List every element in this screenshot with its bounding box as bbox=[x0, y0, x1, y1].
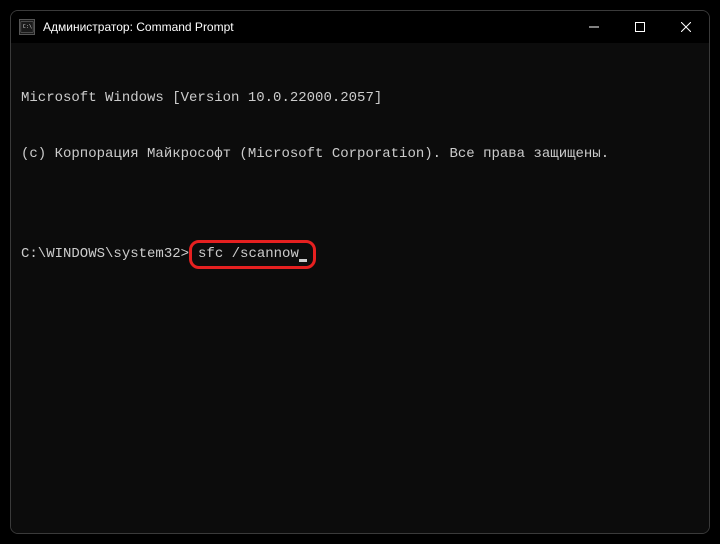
terminal-area[interactable]: Microsoft Windows [Version 10.0.22000.20… bbox=[11, 43, 709, 533]
cursor-icon bbox=[299, 259, 307, 262]
prompt-path: C:\WINDOWS\system32> bbox=[21, 245, 189, 264]
minimize-button[interactable] bbox=[571, 11, 617, 43]
terminal-output-line: Microsoft Windows [Version 10.0.22000.20… bbox=[21, 89, 699, 108]
terminal-output-line: (c) Корпорация Майкрософт (Microsoft Cor… bbox=[21, 145, 699, 164]
window-controls bbox=[571, 11, 709, 43]
close-button[interactable] bbox=[663, 11, 709, 43]
svg-text:C:\: C:\ bbox=[23, 24, 32, 30]
window-title: Администратор: Command Prompt bbox=[43, 20, 234, 34]
command-prompt-window: C:\ Администратор: Command Prompt Micros… bbox=[10, 10, 710, 534]
cmd-icon: C:\ bbox=[19, 19, 35, 35]
titlebar-left: C:\ Администратор: Command Prompt bbox=[19, 19, 234, 35]
maximize-button[interactable] bbox=[617, 11, 663, 43]
command-highlight: sfc /scannow bbox=[189, 240, 316, 269]
command-text: sfc /scannow bbox=[198, 246, 299, 262]
titlebar[interactable]: C:\ Администратор: Command Prompt bbox=[11, 11, 709, 43]
prompt-line: C:\WINDOWS\system32> sfc /scannow bbox=[21, 240, 699, 269]
